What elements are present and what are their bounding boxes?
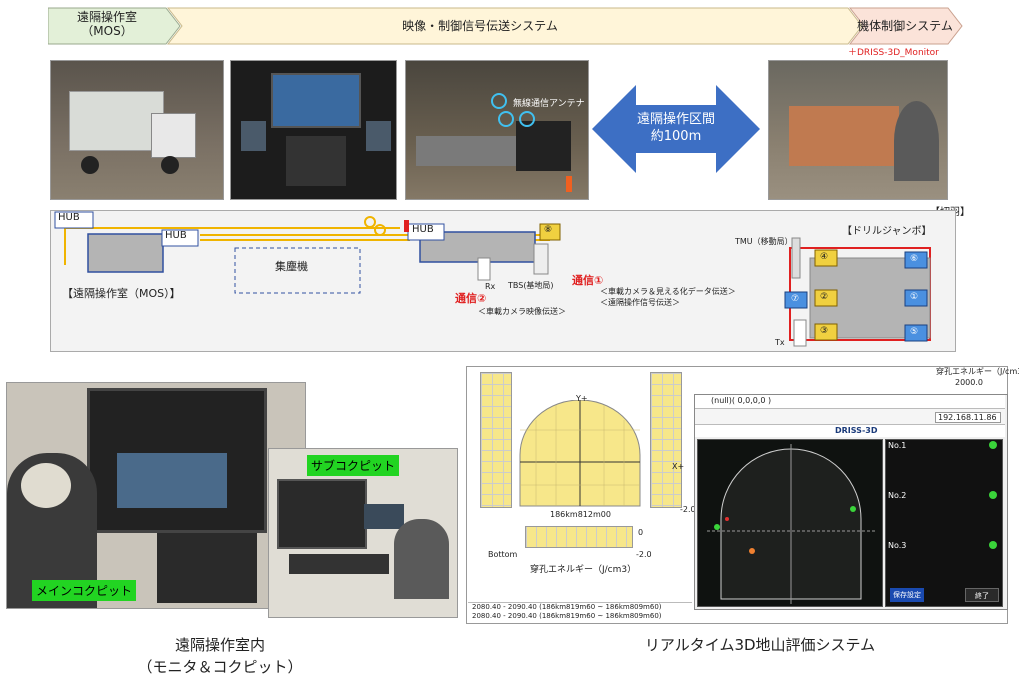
boom-no-3: No.3 (888, 541, 907, 550)
window-title: (null)( 0,0,0,0 ) (711, 396, 772, 405)
distance-label-2: 約100m (650, 129, 702, 144)
status-dot-1 (989, 441, 997, 449)
tbs-label: TBS(基地局) (508, 281, 554, 290)
camera-2: ② (820, 292, 829, 302)
hub-3: HUB (412, 224, 434, 235)
bottom-energy-bar (525, 526, 633, 548)
y-axis-label: Y+ (576, 394, 588, 403)
dust-collector-label: 集塵機 (275, 260, 308, 273)
boom-no-2: No.2 (888, 491, 907, 500)
bottom-label: Bottom (488, 550, 518, 559)
sub-cockpit-tag: サブコクピット (307, 455, 400, 476)
comm-1-desc-2: ＜遠隔操作信号伝送＞ (600, 298, 680, 307)
log-line-2: 2080.40 - 2090.40 (186km819m60 ~ 186km80… (472, 612, 662, 620)
antenna-label: 無線通信アンテナ (513, 99, 585, 109)
main-cockpit-tag: メインコクピット (32, 580, 137, 601)
station-label: 186km812m00 (550, 510, 611, 519)
camera-8: ⑧ (544, 225, 553, 235)
comm-2-desc: ＜車載カメラ映像伝送＞ (478, 307, 566, 316)
save-settings-button[interactable]: 保存設定 (890, 588, 924, 602)
legend-value: 2000.0 (955, 378, 983, 387)
camera-3: ③ (820, 326, 829, 336)
boom-no-1: No.1 (888, 441, 907, 450)
drill-jumbo-label: 【ドリルジャンボ】 (842, 226, 932, 237)
left-energy-bar (480, 372, 512, 508)
rx-label: Rx (485, 282, 496, 291)
cockpit-interior-photo (230, 60, 397, 200)
tunnel-realtime-view (707, 444, 877, 604)
tmu-label: TMU（移動局） (735, 237, 793, 246)
scale-zero: 0 (638, 528, 644, 537)
camera-5: ⑤ (910, 327, 919, 337)
right-energy-bar (650, 372, 682, 508)
legend-title: 穿孔エネルギー（J/cm3） (936, 367, 1019, 376)
tx-label: Tx (775, 338, 785, 347)
hub-1: HUB (58, 212, 80, 223)
mos-network-label: 【遠隔操作室（MOS）】 (62, 287, 181, 300)
header-mos-label: 遠隔操作室 （MOS） (76, 10, 137, 38)
header-transmission-label: 映像・制御信号伝送システム (402, 19, 558, 33)
brand-logo: DRISS-3D (835, 426, 878, 435)
cockpit-caption-1: 遠隔操作室内 (174, 636, 265, 654)
scale-right-2: -2.0 (636, 550, 652, 559)
status-dot-2 (989, 491, 997, 499)
hub-2: HUB (165, 230, 187, 241)
header-control-label: 機体制御システム (857, 19, 953, 33)
cockpit-caption-2: （モニタ＆コクピット） (137, 658, 303, 676)
energy-label: 穿孔エネルギー（J/cm3） (530, 565, 637, 575)
transmission-vehicle-photo (405, 60, 589, 200)
comm-1-label: 通信① (572, 274, 604, 287)
camera-7: ⑦ (791, 294, 800, 304)
camera-6: ⑥ (910, 254, 919, 264)
mos-truck-photo (50, 60, 224, 200)
eval-caption: リアルタイム3D地山評価システム (644, 636, 876, 654)
camera-1: ① (910, 292, 919, 302)
log-line-1: 2080.40 - 2090.40 (186km819m60 ~ 186km80… (472, 603, 662, 611)
x-axis-label: X+ (672, 462, 685, 471)
tunnel-section-grid (519, 400, 641, 507)
comm-1-desc-1: ＜車載カメラ＆見える化データ伝送＞ (600, 287, 736, 296)
drill-jumbo-photo (768, 60, 948, 200)
ip-field[interactable]: 192.168.11.86 (935, 412, 1001, 423)
main-cockpit-photo (6, 382, 306, 609)
driss-monitor-window: (null)( 0,0,0,0 ) 192.168.11.86 DRISS-3D… (694, 394, 1008, 610)
status-dot-3 (989, 541, 997, 549)
monitor-note: ＋DRISS-3D_Monitor (848, 48, 939, 58)
camera-4: ④ (820, 252, 829, 262)
comm-2-label: 通信② (455, 292, 487, 305)
exit-button[interactable]: 終了 (965, 588, 999, 602)
